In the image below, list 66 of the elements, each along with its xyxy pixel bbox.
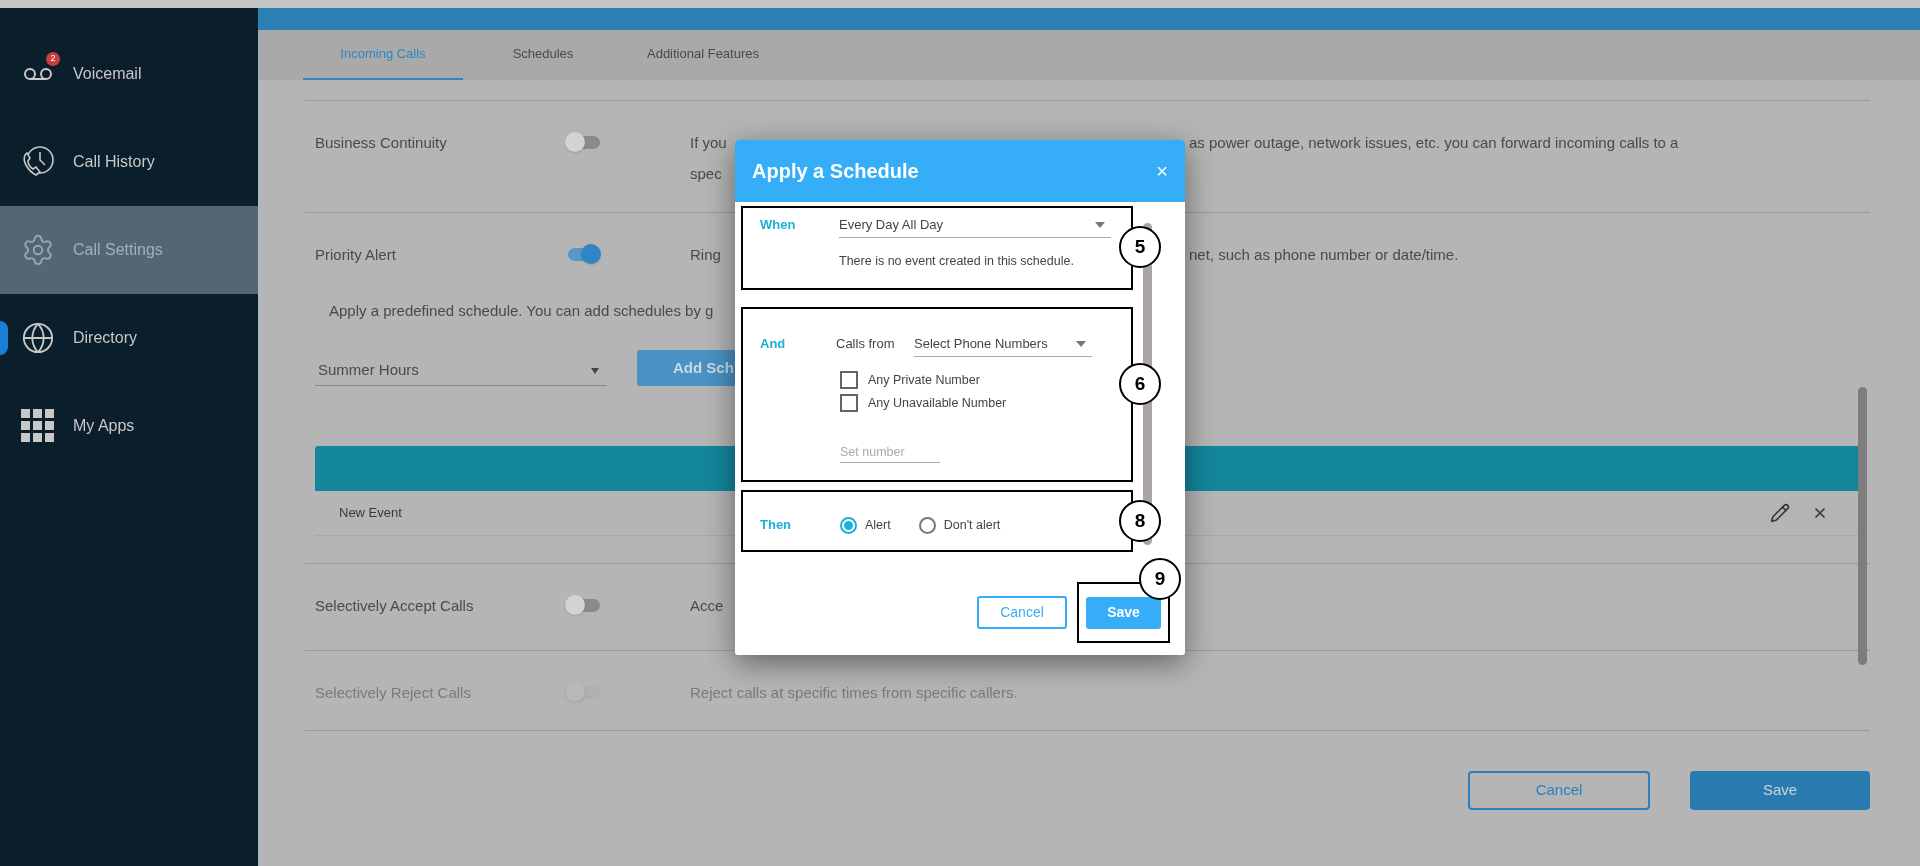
- settings-icon: [21, 233, 55, 267]
- caret-icon: [591, 367, 599, 374]
- empty-note: There is no event created in this schedule.: [839, 253, 1075, 270]
- close-button[interactable]: ×: [1156, 161, 1168, 181]
- tab[interactable]: Additional Features: [623, 30, 783, 80]
- sidebar-item[interactable]: Call History: [0, 118, 258, 206]
- checkbox-label: Any Private Number: [868, 372, 980, 389]
- cancel-button[interactable]: Cancel: [1468, 771, 1650, 810]
- setting-description: Reject calls at specific times from specific callers.: [690, 683, 1018, 703]
- sidebar-item[interactable]: Call Settings: [0, 206, 258, 294]
- schedule-hint: Apply a predefined schedule. You can add schedules by g: [328, 300, 715, 321]
- sidebar-label: My Apps: [73, 416, 135, 436]
- voicemail-icon: [23, 66, 53, 82]
- field-label: Calls from: [836, 335, 896, 354]
- handle-icon[interactable]: [0, 321, 8, 355]
- sidebar-label: Voicemail: [73, 64, 142, 84]
- sidebar-item[interactable]: Directory: [0, 294, 258, 382]
- annotation-number: 8: [1119, 500, 1161, 542]
- toggle-switch[interactable]: [565, 132, 601, 152]
- delete-icon[interactable]: [1812, 505, 1828, 521]
- field-label: When: [760, 216, 797, 235]
- toggle-switch[interactable]: [565, 595, 601, 615]
- schedule-dropdown[interactable]: Summer Hours: [315, 356, 607, 386]
- save-button[interactable]: Save: [1690, 771, 1870, 810]
- setting-description: Acce: [690, 596, 724, 616]
- setting-description: as power outage, network issues, etc. you can forward incoming calls to a: [1189, 133, 1679, 153]
- dialog-title: Apply a Schedule: [752, 159, 919, 184]
- save-button[interactable]: Save: [1086, 596, 1161, 629]
- phone-clock-icon: [21, 145, 55, 179]
- radio-button[interactable]: [840, 516, 857, 534]
- radio-label: Don't alert: [943, 516, 1001, 534]
- annotation-number: 6: [1119, 363, 1161, 405]
- edit-icon[interactable]: [1770, 503, 1790, 523]
- setting-label: Selectively Accept Calls: [314, 596, 475, 616]
- schedule-dropdown[interactable]: Every Day All Day: [839, 212, 1111, 238]
- setting-label: Business Continuity: [314, 133, 448, 153]
- radio-button[interactable]: [918, 516, 936, 534]
- setting-description: net, such as phone number or date/time.: [1189, 245, 1459, 265]
- sidebar-item[interactable]: 2 Voicemail: [0, 30, 258, 118]
- field-label: Then: [760, 516, 793, 535]
- annotation-number: 5: [1119, 226, 1161, 268]
- number-field[interactable]: Set number: [840, 442, 940, 463]
- setting-description: If you: [690, 133, 727, 153]
- checkbox[interactable]: [840, 394, 858, 413]
- caret-icon: [1076, 340, 1086, 347]
- sidebar-label: Call Settings: [73, 240, 163, 260]
- phone-numbers-dropdown[interactable]: Select Phone Numbers: [914, 331, 1092, 357]
- notification-badge: 2: [46, 52, 60, 66]
- sidebar-label: Call History: [73, 152, 155, 172]
- grid-icon: [21, 409, 55, 443]
- setting-description: spec: [690, 163, 722, 184]
- setting-label: Selectively Reject Calls: [314, 683, 472, 703]
- annotation-number: 9: [1139, 558, 1181, 600]
- checkbox[interactable]: [840, 371, 858, 390]
- checkbox-label: Any Unavailable Number: [868, 394, 1007, 412]
- globe-icon: [21, 321, 55, 355]
- field-label: And: [760, 335, 787, 354]
- setting-description: Ring: [690, 245, 721, 265]
- sidebar-label: Directory: [73, 328, 137, 348]
- event-name: New Event: [339, 504, 402, 523]
- cancel-button[interactable]: Cancel: [977, 596, 1067, 629]
- caret-icon: [1095, 221, 1105, 228]
- setting-label: Priority Alert: [314, 245, 397, 265]
- tab[interactable]: Schedules: [463, 30, 623, 80]
- radio-label: Alert: [865, 516, 891, 534]
- sidebar-item[interactable]: My Apps: [0, 382, 258, 470]
